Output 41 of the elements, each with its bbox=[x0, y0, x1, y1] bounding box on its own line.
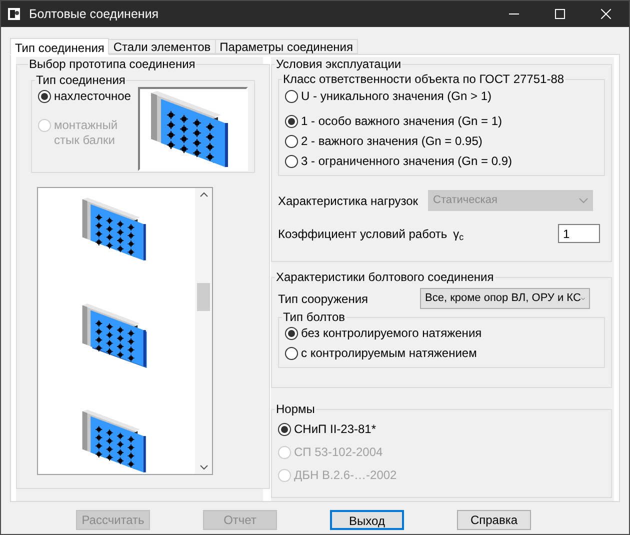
radio-option[interactable]: U - уникального значения (Gn > 1) bbox=[285, 89, 598, 104]
group-title: Нормы bbox=[275, 402, 316, 416]
radio-option[interactable]: с контролируемым натяжением bbox=[285, 346, 598, 361]
radio-circle[interactable] bbox=[38, 90, 51, 103]
caret-icon bbox=[580, 296, 585, 302]
field-label: Коэффициент условий работь bbox=[278, 226, 448, 242]
radio-circle[interactable] bbox=[278, 423, 291, 436]
group-title: Выбор прототипа соединения bbox=[28, 57, 196, 71]
group-title: Условия эксплуатации bbox=[275, 57, 402, 71]
close-icon bbox=[601, 9, 611, 19]
radio-option[interactable]: 1 - особо важного значения (Gn = 1) bbox=[285, 114, 598, 129]
maximize-icon bbox=[555, 9, 565, 19]
caret-icon bbox=[579, 198, 588, 204]
scroll-down-icon bbox=[200, 465, 208, 470]
radio-option[interactable]: нахлесточное bbox=[38, 89, 128, 104]
radio-circle[interactable] bbox=[285, 115, 298, 128]
group-title: Тип болтов bbox=[282, 310, 346, 324]
prototype-list[interactable] bbox=[37, 187, 213, 475]
radio-option[interactable]: 3 - ограниченного значения (Gn = 0.9) bbox=[285, 154, 598, 169]
group-title: Класс ответственности объекта по ГОСТ 27751-88 bbox=[282, 72, 566, 86]
scroll-thumb[interactable] bbox=[197, 283, 210, 311]
app-icon bbox=[7, 7, 21, 21]
radio-circle[interactable] bbox=[285, 327, 298, 340]
coefficient-field[interactable]: 1 bbox=[558, 224, 600, 243]
scrollbar[interactable] bbox=[195, 188, 212, 474]
scroll-up-icon bbox=[200, 192, 208, 197]
window-title: Болтовые соединения bbox=[29, 6, 159, 23]
tab[interactable]: Стали элементов bbox=[108, 39, 216, 54]
dropdown[interactable]: Все, кроме опор ВЛ, ОРУ и КС bbox=[420, 288, 590, 309]
gamma-symbol: γ$_{c}$ bbox=[453, 226, 464, 242]
field-label: Тип сооружения bbox=[278, 290, 370, 308]
tab[interactable]: Параметры соединения bbox=[214, 39, 358, 54]
radio-option[interactable]: без контролируемого натяжения bbox=[285, 326, 598, 341]
group-title: Характеристики болтового соединения bbox=[275, 270, 495, 284]
radio-option[interactable]: СНиП II-23-81* bbox=[278, 422, 605, 437]
field-label: Характеристика нагрузок bbox=[278, 192, 420, 210]
dialog-button[interactable]: Выход bbox=[330, 510, 404, 530]
group-title: Тип соединения bbox=[35, 73, 126, 87]
radio-option[interactable]: 2 - важного значения (Gn = 0.95) bbox=[285, 134, 598, 149]
dialog-button[interactable]: Справка bbox=[457, 510, 531, 530]
tab[interactable]: Тип соединения bbox=[10, 38, 110, 55]
